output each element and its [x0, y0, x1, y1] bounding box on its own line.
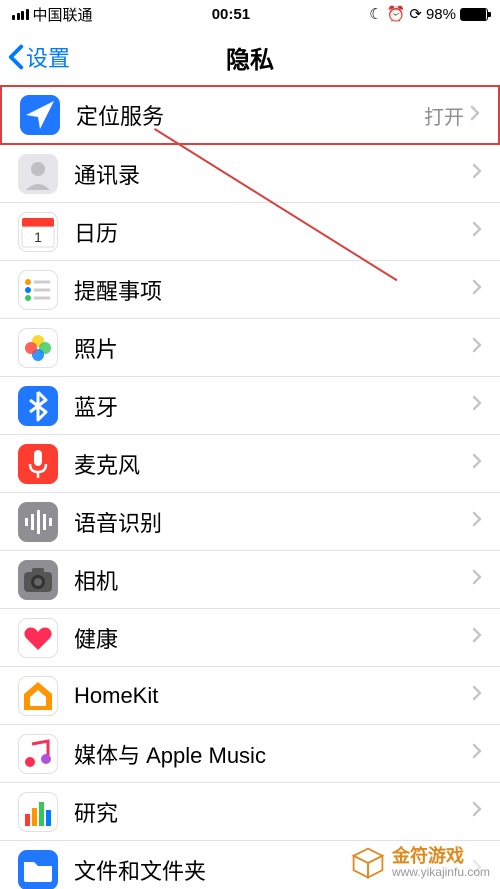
row-value: 打开 [424, 101, 470, 130]
contacts-icon [18, 154, 58, 194]
camera-icon [18, 560, 58, 600]
row-label: 日历 [58, 216, 472, 248]
chevron-left-icon [8, 44, 24, 70]
row-label: 相机 [58, 564, 472, 596]
row-label: 提醒事项 [58, 274, 472, 306]
battery-icon [460, 8, 488, 21]
files-icon [18, 850, 58, 889]
location-icon [20, 95, 60, 135]
microphone-icon [18, 444, 58, 484]
row-label: 研究 [58, 796, 472, 828]
row-photos[interactable]: 照片 [0, 319, 500, 377]
reminders-icon [18, 270, 58, 310]
clock: 00:51 [212, 6, 250, 23]
row-calendar[interactable]: 1 日历 [0, 203, 500, 261]
row-health[interactable]: 健康 [0, 609, 500, 667]
chevron-right-icon [472, 279, 482, 300]
nav-header: 设置 隐私 [0, 28, 500, 86]
row-label: 麦克风 [58, 448, 472, 480]
watermark: 金符游戏 www.yikajinfu.com [346, 843, 494, 883]
row-media[interactable]: 媒体与 Apple Music [0, 725, 500, 783]
chevron-right-icon [472, 511, 482, 532]
chevron-right-icon [472, 569, 482, 590]
back-label: 设置 [26, 41, 70, 73]
homekit-icon [18, 676, 58, 716]
chevron-right-icon [472, 627, 482, 648]
row-label: 媒体与 Apple Music [58, 738, 472, 770]
row-label: 定位服务 [60, 99, 424, 131]
row-camera[interactable]: 相机 [0, 551, 500, 609]
page-title: 隐私 [226, 40, 274, 75]
moon-icon: ☾ [369, 5, 382, 23]
row-label: 通讯录 [58, 158, 472, 190]
chevron-right-icon [472, 395, 482, 416]
row-label: 蓝牙 [58, 390, 472, 422]
bluetooth-icon [18, 386, 58, 426]
row-label: 语音识别 [58, 506, 472, 538]
media-icon [18, 734, 58, 774]
chevron-right-icon [472, 163, 482, 184]
row-label: 照片 [58, 332, 472, 364]
chevron-right-icon [470, 105, 480, 126]
svg-text:1: 1 [34, 229, 42, 245]
chevron-right-icon [472, 337, 482, 358]
row-contacts[interactable]: 通讯录 [0, 145, 500, 203]
status-bar: 中国联通 00:51 ☾ ⏰ ⟳ 98% [0, 0, 500, 28]
speech-icon [18, 502, 58, 542]
cube-icon [350, 845, 386, 881]
chevron-right-icon [472, 801, 482, 822]
calendar-icon: 1 [18, 212, 58, 252]
health-icon [18, 618, 58, 658]
chevron-right-icon [472, 453, 482, 474]
photos-icon [18, 328, 58, 368]
research-icon [18, 792, 58, 832]
alarm-icon: ⏰ [387, 5, 406, 23]
row-bluetooth[interactable]: 蓝牙 [0, 377, 500, 435]
battery-percent: 98% [426, 6, 456, 23]
orientation-lock-icon: ⟳ [409, 5, 422, 23]
row-research[interactable]: 研究 [0, 783, 500, 841]
row-homekit[interactable]: HomeKit [0, 667, 500, 725]
watermark-title: 金符游戏 [392, 847, 490, 867]
carrier-label: 中国联通 [33, 4, 93, 25]
row-speech[interactable]: 语音识别 [0, 493, 500, 551]
row-location[interactable]: 定位服务打开 [0, 85, 500, 145]
row-label: HomeKit [58, 683, 472, 709]
chevron-right-icon [472, 743, 482, 764]
chevron-right-icon [472, 221, 482, 242]
signal-icon [12, 9, 29, 20]
row-microphone[interactable]: 麦克风 [0, 435, 500, 493]
watermark-url: www.yikajinfu.com [392, 866, 490, 879]
row-reminders[interactable]: 提醒事项 [0, 261, 500, 319]
settings-list: 定位服务打开通讯录 1 日历提醒事项照片蓝牙麦克风语音识别相机健康 HomeKit 媒体… [0, 85, 500, 889]
chevron-right-icon [472, 685, 482, 706]
row-label: 健康 [58, 622, 472, 654]
back-button[interactable]: 设置 [8, 41, 70, 73]
